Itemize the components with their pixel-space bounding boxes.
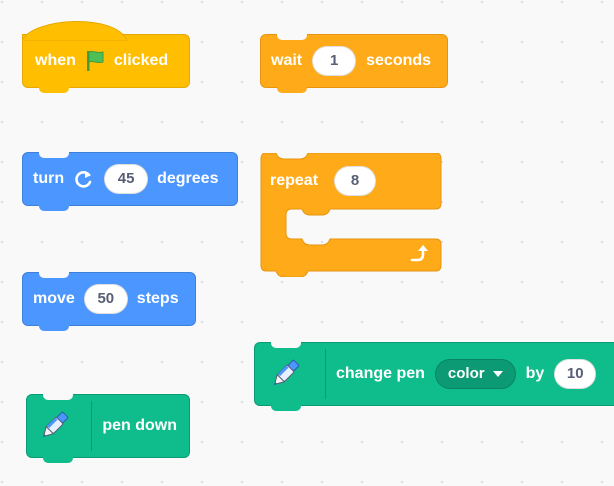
turn-degrees-input[interactable]: 45 (104, 164, 149, 194)
change-pen-amount-input[interactable]: 10 (554, 359, 597, 389)
pen-extension-divider (91, 401, 93, 451)
dropdown-caret-icon (492, 371, 503, 377)
loop-arrow-icon (408, 243, 430, 265)
change-pen-color-block[interactable]: change pen color by 10 (254, 342, 614, 411)
wait-seconds-input[interactable]: 1 (312, 46, 357, 76)
rotate-right-icon (73, 168, 95, 190)
move-label: move (33, 290, 75, 307)
pen-down-label: pen down (102, 417, 177, 434)
pen-icon (27, 395, 81, 457)
turn-degrees-block[interactable]: turn 45 degrees (22, 152, 238, 211)
pen-param-dropdown-value: color (447, 365, 485, 382)
repeat-label: repeat (270, 172, 319, 189)
wait-seconds-block[interactable]: wait 1 seconds (260, 34, 448, 93)
repeat-block[interactable]: repeat 8 (260, 153, 442, 277)
move-steps-input[interactable]: 50 (83, 284, 128, 314)
wait-label: wait (271, 52, 303, 69)
change-pen-label: change pen (336, 365, 425, 382)
hat-cap (22, 21, 127, 41)
pen-param-dropdown[interactable]: color (434, 359, 516, 389)
clicked-label: clicked (113, 52, 169, 69)
green-flag-icon (84, 49, 106, 73)
when-flag-clicked-block[interactable]: when clicked (22, 21, 190, 93)
degrees-label: degrees (157, 170, 219, 187)
when-label: when (35, 52, 76, 69)
turn-label: turn (33, 170, 65, 187)
pen-icon (255, 343, 315, 405)
pen-down-block[interactable]: pen down (26, 394, 190, 463)
seconds-label: seconds (366, 52, 432, 69)
pen-extension-divider (325, 349, 326, 399)
steps-label: steps (136, 290, 179, 307)
repeat-count-input[interactable]: 8 (334, 166, 376, 196)
by-label: by (525, 365, 545, 382)
move-steps-block[interactable]: move 50 steps (22, 272, 196, 331)
